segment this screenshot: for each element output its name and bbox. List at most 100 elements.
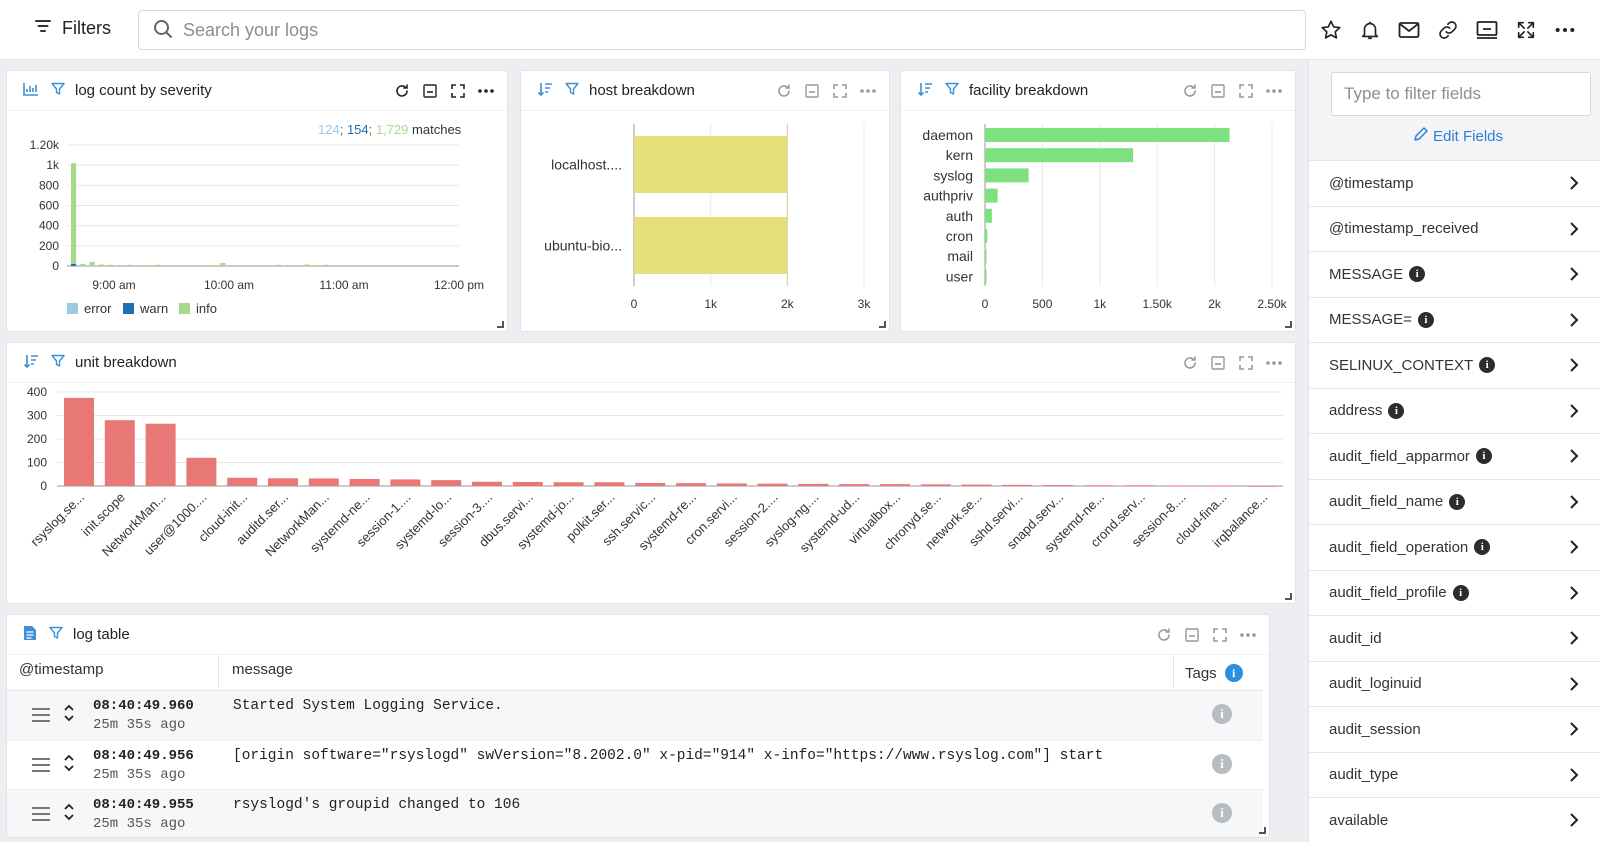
fullscreen-icon[interactable]: [1211, 625, 1229, 645]
field-item[interactable]: @timestamp_received: [1309, 205, 1600, 251]
panel-title: log count by severity: [75, 82, 212, 99]
field-item[interactable]: @timestamp: [1309, 160, 1600, 206]
bar: [390, 479, 421, 486]
bar-info: [407, 264, 413, 266]
column-header-message[interactable]: message: [232, 661, 293, 678]
edit-fields-link[interactable]: Edit Fields: [1413, 126, 1503, 146]
bar: [716, 483, 747, 486]
link-icon[interactable]: [1435, 16, 1461, 44]
bar: [349, 478, 380, 486]
row-info-icon[interactable]: i: [1212, 753, 1232, 774]
bar: [634, 136, 788, 193]
refresh-icon[interactable]: [1181, 81, 1199, 101]
row-timestamp: 08:40:49.956: [93, 747, 194, 764]
field-item[interactable]: address i: [1309, 387, 1600, 433]
fullscreen-icon[interactable]: [449, 81, 467, 101]
filter-funnel-icon[interactable]: [51, 82, 65, 99]
bar: [985, 249, 987, 264]
drag-handle-icon[interactable]: [31, 806, 51, 825]
expand-row-icon[interactable]: [63, 802, 75, 825]
field-item[interactable]: MESSAGE i: [1309, 251, 1600, 297]
alert-bell-icon[interactable]: [1357, 16, 1383, 44]
chevron-right-icon: [1569, 539, 1579, 559]
info-icon[interactable]: i: [1449, 493, 1466, 510]
minimize-icon[interactable]: [421, 81, 439, 101]
bar-info: [285, 264, 291, 266]
field-item[interactable]: audit_session: [1309, 706, 1600, 752]
info-icon[interactable]: i: [1224, 664, 1243, 682]
refresh-icon[interactable]: [1155, 625, 1173, 645]
row-info-icon[interactable]: i: [1212, 704, 1232, 724]
bar-info: [332, 264, 338, 266]
filter-funnel-icon[interactable]: [49, 626, 63, 643]
mail-icon[interactable]: [1396, 16, 1422, 44]
legend-label-warn: warn: [139, 301, 168, 316]
minimize-icon[interactable]: [1183, 625, 1201, 645]
field-item[interactable]: audit_field_operation i: [1309, 524, 1600, 570]
refresh-icon[interactable]: [393, 81, 411, 101]
info-icon[interactable]: i: [1474, 539, 1491, 556]
minimize-icon[interactable]: [1209, 81, 1227, 101]
minimize-icon[interactable]: [803, 81, 821, 101]
panel-title: log table: [73, 626, 130, 643]
star-icon[interactable]: [1318, 16, 1344, 44]
info-icon[interactable]: i: [1417, 311, 1434, 328]
filter-fields-input[interactable]: [1331, 72, 1591, 116]
panel-more-icon[interactable]: [1265, 353, 1283, 373]
legend-swatch-error: [67, 303, 78, 314]
drag-handle-icon[interactable]: [31, 757, 51, 776]
field-item[interactable]: audit_loginuid: [1309, 660, 1600, 706]
filter-funnel-icon[interactable]: [51, 354, 65, 371]
minimize-icon[interactable]: [1209, 353, 1227, 373]
panel-more-icon[interactable]: [1265, 81, 1283, 101]
panel-more-icon[interactable]: [859, 81, 877, 101]
expand-row-icon[interactable]: [63, 703, 75, 726]
row-info-icon[interactable]: i: [1212, 803, 1232, 823]
expand-icon[interactable]: [1513, 16, 1539, 44]
refresh-icon[interactable]: [1181, 353, 1199, 373]
resize-handle[interactable]: [879, 321, 886, 328]
field-item[interactable]: audit_field_apparmor i: [1309, 433, 1600, 479]
filter-funnel-icon[interactable]: [565, 82, 579, 99]
table-row[interactable]: 08:40:49.955 25m 35s ago rsyslogd's grou…: [7, 790, 1263, 837]
resize-handle[interactable]: [497, 321, 504, 328]
info-icon[interactable]: i: [1409, 266, 1426, 283]
resize-handle[interactable]: [1259, 827, 1266, 834]
field-item[interactable]: SELINUX_CONTEXT i: [1309, 342, 1600, 388]
filters-button[interactable]: Filters: [34, 18, 111, 39]
expand-row-icon[interactable]: [63, 753, 75, 776]
field-item[interactable]: MESSAGE= i: [1309, 296, 1600, 342]
info-icon[interactable]: i: [1475, 448, 1492, 465]
table-row[interactable]: 08:40:49.960 25m 35s ago Started System …: [7, 691, 1263, 741]
resize-handle[interactable]: [1285, 321, 1292, 328]
filter-funnel-icon[interactable]: [945, 82, 959, 99]
field-item[interactable]: audit_type: [1309, 751, 1600, 797]
column-header-tags[interactable]: Tags i: [1185, 664, 1243, 682]
column-header-timestamp[interactable]: @timestamp: [19, 661, 103, 678]
resize-handle[interactable]: [1285, 593, 1292, 600]
bar-info: [229, 264, 235, 266]
info-icon[interactable]: i: [1452, 584, 1469, 601]
field-item[interactable]: audit_field_name i: [1309, 478, 1600, 524]
panel-more-icon[interactable]: [477, 81, 495, 101]
bar: [839, 484, 870, 486]
field-item[interactable]: available: [1309, 797, 1600, 842]
search-input[interactable]: [183, 19, 1283, 41]
drag-handle-icon[interactable]: [31, 707, 51, 726]
x-tick-label: 0: [982, 297, 989, 311]
monitor-icon[interactable]: [1474, 16, 1500, 44]
info-icon[interactable]: i: [1388, 402, 1405, 419]
fullscreen-icon[interactable]: [1237, 81, 1255, 101]
field-item[interactable]: audit_id: [1309, 615, 1600, 661]
refresh-icon[interactable]: [775, 81, 793, 101]
field-item[interactable]: audit_field_profile i: [1309, 569, 1600, 615]
bar-info: [435, 264, 441, 266]
panel-more-icon[interactable]: [1239, 625, 1257, 645]
more-icon[interactable]: [1552, 16, 1578, 44]
fullscreen-icon[interactable]: [1237, 353, 1255, 373]
chevron-right-icon: [1569, 676, 1579, 696]
table-row[interactable]: 08:40:49.956 25m 35s ago [origin softwar…: [7, 741, 1263, 790]
fullscreen-icon[interactable]: [831, 81, 849, 101]
info-icon[interactable]: i: [1479, 357, 1496, 374]
bar-info: [80, 263, 86, 266]
